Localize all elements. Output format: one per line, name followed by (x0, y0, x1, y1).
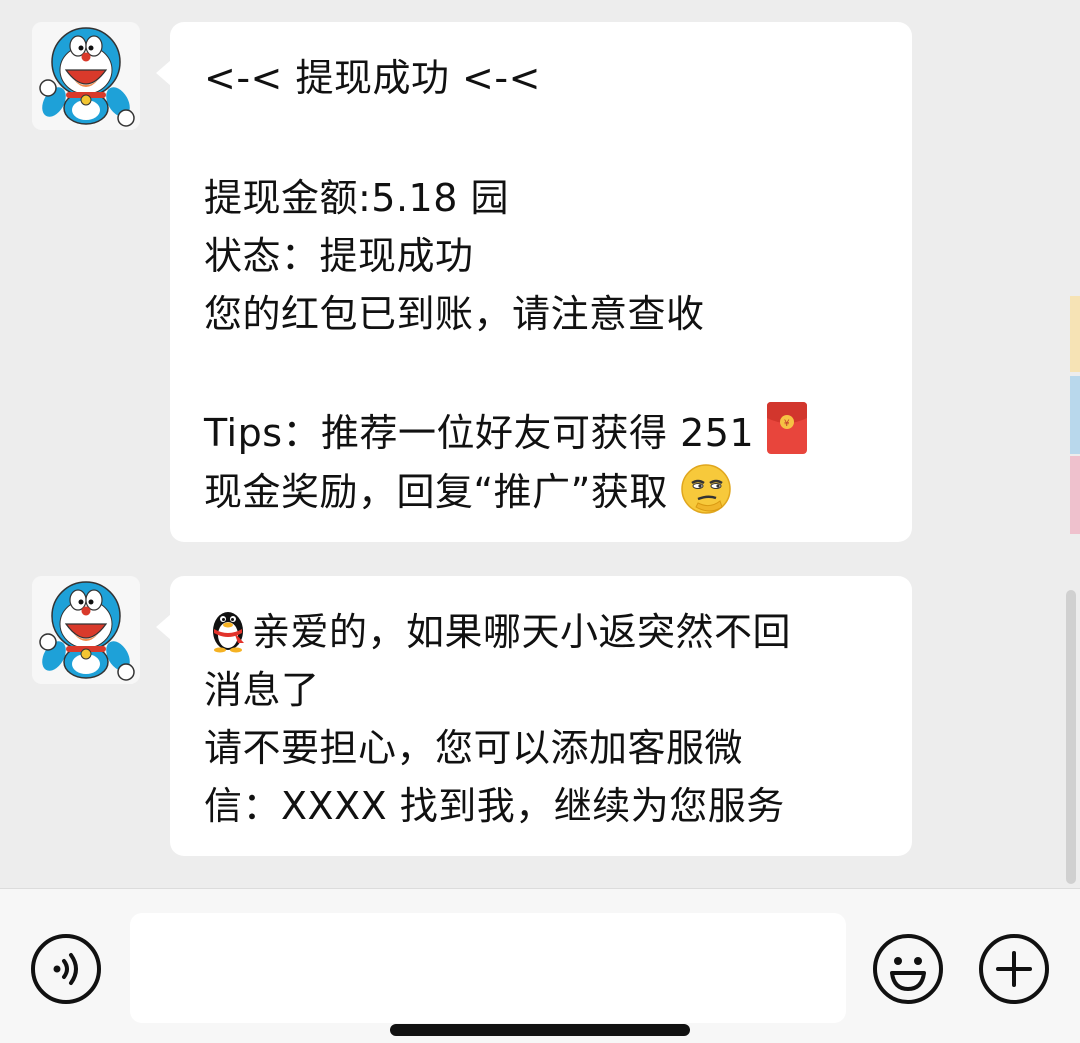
tips-line: Tips：推荐一位好友可获得 251 ¥ (204, 402, 807, 463)
tips-text-2: 现金奖励，回复“推广”获取 (204, 470, 668, 514)
qq-penguin-icon (204, 605, 252, 653)
chat-input-bar (0, 888, 1080, 1043)
more-button[interactable] (978, 933, 1050, 1005)
home-indicator[interactable] (390, 1024, 690, 1036)
message-line: 您的红包已到账，请注意查收 (204, 292, 705, 336)
message-text: 亲爱的，如果哪天小返突然不回 (252, 610, 792, 654)
doraemon-icon (32, 576, 140, 684)
message-line: 亲爱的，如果哪天小返突然不回 (204, 602, 791, 662)
message-line: 请不要担心，您可以添加客服微 (204, 726, 744, 770)
plus-icon (979, 934, 1049, 1004)
message-line: <-< 提现成功 <-< (204, 56, 541, 100)
side-tab-pink (1070, 456, 1080, 534)
message-line: 提现金额:5.18 园 (204, 176, 509, 220)
side-tab-yellow (1070, 296, 1080, 372)
message-input[interactable] (130, 913, 846, 1023)
scrollbar[interactable] (1066, 590, 1076, 884)
red-envelope-icon: ¥ (766, 402, 807, 454)
message-line: 消息了 (204, 668, 320, 712)
tips-line-2: 现金奖励，回复“推广”获取 (204, 462, 732, 522)
voice-input-button[interactable] (30, 933, 102, 1005)
side-tab-blue (1070, 376, 1080, 454)
svg-text:¥: ¥ (784, 419, 790, 429)
emoji-button[interactable] (872, 933, 944, 1005)
emoji-icon (873, 934, 943, 1004)
tips-text: Tips：推荐一位好友可获得 251 (204, 411, 755, 455)
voice-input-icon (31, 934, 101, 1004)
message-line: 信：XXXX 找到我，继续为您服务 (204, 784, 785, 828)
message-line: 状态：提现成功 (204, 234, 474, 278)
message-bubble[interactable]: 亲爱的，如果哪天小返突然不回 消息了 请不要担心，您可以添加客服微 信：XXXX… (156, 576, 912, 856)
smirk-face-emoji-icon (680, 463, 732, 515)
doraemon-icon (32, 22, 140, 130)
message-bubble[interactable]: <-< 提现成功 <-< 提现金额:5.18 园 状态：提现成功 您的红包已到账… (156, 22, 912, 542)
doraemon-avatar[interactable] (32, 576, 140, 684)
doraemon-avatar[interactable] (32, 22, 140, 130)
